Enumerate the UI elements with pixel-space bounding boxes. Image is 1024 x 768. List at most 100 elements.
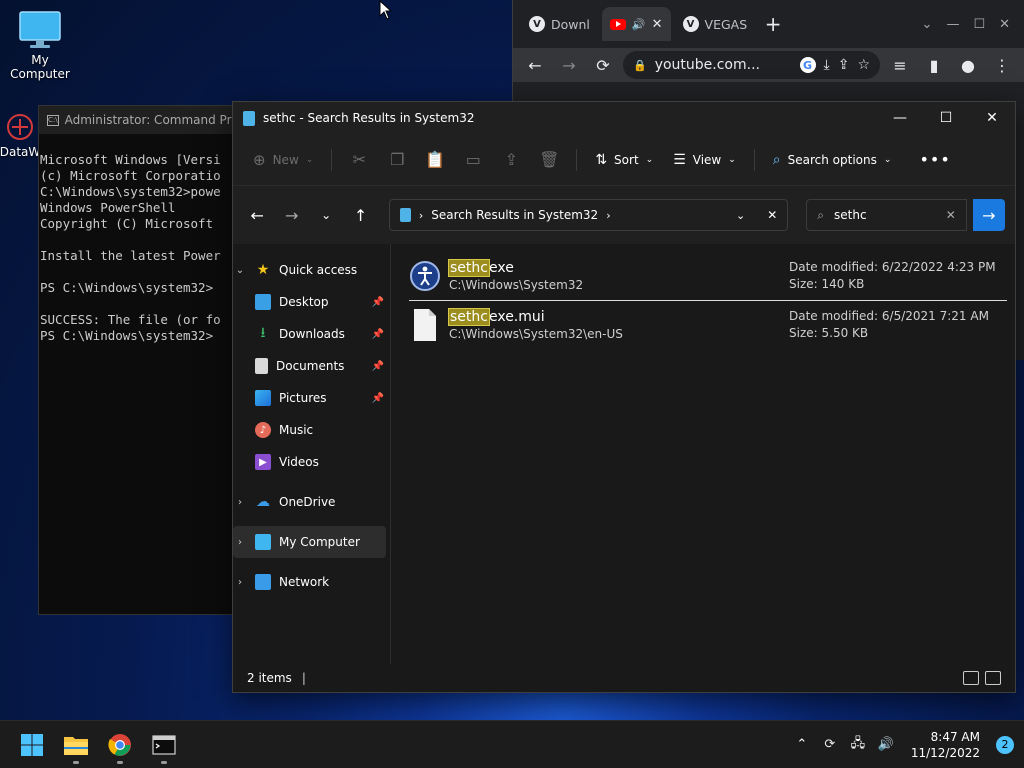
tab-search-icon[interactable]: ⌄ [922,17,933,32]
search-options-label: Search options [787,152,877,167]
search-input[interactable]: ⌕ sethc ✕ [806,199,967,231]
clock[interactable]: 8:47 AM 11/12/2022 [903,729,990,761]
maximize-icon[interactable]: ☐ [973,17,985,32]
install-icon[interactable]: ⤓ [824,57,830,73]
volume-icon[interactable]: 🔊 [875,734,897,756]
back-button[interactable]: ← [243,200,271,230]
monitor-icon [255,534,271,550]
pin-icon: 📌 [371,296,384,308]
chevron-right-icon[interactable]: › [233,497,247,508]
explorer-titlebar[interactable]: sethc - Search Results in System32 — ☐ ✕ [233,102,1015,134]
chevron-down-icon[interactable]: ⌄ [233,265,247,276]
cloud-icon: ☁ [256,494,270,510]
profile-icon[interactable]: ● [954,51,982,79]
taskbar-file-explorer[interactable] [54,723,98,767]
chrome-tab-downloads[interactable]: V Downl [521,7,598,41]
nav-onedrive[interactable]: › ☁ OneDrive [233,486,390,518]
clear-address-icon[interactable]: ✕ [767,208,777,222]
file-list[interactable]: sethcexe C:\Windows\System32 Date modifi… [391,244,1015,664]
minimize-icon[interactable]: — [946,17,959,32]
new-tab-button[interactable]: + [759,10,787,38]
copy-icon[interactable]: ❐ [380,143,414,177]
sort-icon: ⇅ [595,151,608,168]
view-button[interactable]: ☰ View ⌄ [665,143,744,177]
forward-button[interactable]: → [277,200,305,230]
nav-desktop[interactable]: Desktop 📌 [233,286,390,318]
sort-button[interactable]: ⇅ Sort ⌄ [587,143,661,177]
chevron-right-icon[interactable]: › [233,577,247,588]
desktop-icon-my-computer[interactable]: My Computer [0,10,80,81]
nav-network[interactable]: › Network [233,566,390,598]
document-icon [255,358,268,374]
taskbar-chrome[interactable] [98,723,142,767]
cmd-titlebar[interactable]: C:\ Administrator: Command Prompt [39,106,237,134]
nav-music[interactable]: ♪ Music [233,414,390,446]
search-go-button[interactable]: → [972,199,1005,231]
console-line: SUCCESS: The file (or fo [40,312,221,327]
media-icon[interactable]: ≡ [886,51,914,79]
share-icon[interactable]: ⇪ [494,143,528,177]
running-indicator [161,760,167,764]
file-name: sethcexe [448,259,583,277]
chevron-right-icon[interactable]: › [233,537,247,548]
omnibox[interactable]: 🔒 youtube.com... G ⤓ ⇪ ☆ [623,51,880,79]
share-icon[interactable]: ⇪ [838,57,850,73]
paste-icon[interactable]: 📋 [418,143,452,177]
nav-pictures[interactable]: Pictures 📌 [233,382,390,414]
clear-search-icon[interactable]: ✕ [946,208,956,222]
maximize-button[interactable]: ☐ [923,102,969,134]
close-button[interactable]: ✕ [969,102,1015,134]
speaker-icon[interactable]: 🔊 [632,18,646,31]
menu-kebab-icon[interactable]: ⋮ [988,51,1016,79]
side-panel-icon[interactable]: ▮ [920,51,948,79]
up-button[interactable]: ↑ [346,200,374,230]
sync-icon[interactable]: ⟳ [819,734,841,756]
search-folder-icon [243,110,255,126]
nav-documents[interactable]: Documents 📌 [233,350,390,382]
recent-locations-button[interactable]: ⌄ [312,200,340,230]
google-icon[interactable]: G [799,57,816,73]
file-meta: Date modified: 6/22/2022 4:23 PM Size: 1… [789,259,996,293]
network-icon[interactable]: 🖧 [847,734,869,756]
chrome-tab-youtube[interactable]: 🔊 ✕ [601,7,671,41]
rename-icon[interactable]: ▭ [456,143,490,177]
nav-videos[interactable]: ▶ Videos [233,446,390,478]
nav-quick-access[interactable]: ⌄ ★ Quick access [233,254,390,286]
bookmark-star-icon[interactable]: ☆ [857,57,870,73]
cmd-console[interactable]: Microsoft Windows [Versi (c) Microsoft Co… [39,134,237,376]
minimize-button[interactable]: — [877,102,923,134]
desktop-folder-icon [255,294,271,310]
back-icon[interactable]: ← [521,51,549,79]
nav-my-computer[interactable]: › My Computer [233,526,386,558]
new-button[interactable]: ⊕ New ⌄ [245,143,321,177]
file-row[interactable]: sethcexe.mui C:\Windows\System32\en-US D… [409,301,1007,349]
chevron-right-icon[interactable]: › [606,209,610,222]
cmd-icon: C:\ [47,114,59,126]
start-button[interactable] [10,723,54,767]
address-bar[interactable]: › Search Results in System32 › ⌄ ✕ [388,199,789,231]
file-explorer-window[interactable]: sethc - Search Results in System32 — ☐ ✕… [232,101,1016,693]
chevron-up-icon[interactable]: ⌃ [791,734,813,756]
file-row[interactable]: sethcexe C:\Windows\System32 Date modifi… [409,252,1007,300]
close-icon[interactable]: ✕ [999,17,1010,32]
reload-icon[interactable]: ⟳ [589,51,617,79]
forward-icon[interactable]: → [555,51,583,79]
divider [331,148,333,171]
taskbar-command-prompt[interactable] [142,723,186,767]
navigation-pane[interactable]: ⌄ ★ Quick access Desktop 📌 ⭳ Downloads 📌… [233,244,391,664]
chrome-tab-vegas[interactable]: V VEGAS [675,7,756,41]
close-tab-icon[interactable]: ✕ [652,17,663,32]
more-options-button[interactable]: ••• [911,143,958,177]
search-folder-icon [399,208,411,222]
window-controls: — ☐ ✕ [877,102,1015,134]
notification-badge[interactable]: 2 [996,735,1014,754]
command-prompt-window[interactable]: C:\ Administrator: Command Prompt Micros… [38,105,238,615]
tiles-view-icon[interactable] [985,671,1001,685]
address-dropdown-icon[interactable]: ⌄ [736,209,745,222]
search-options-button[interactable]: ⌕ Search options ⌄ [765,143,900,177]
cut-icon[interactable]: ✂ [342,143,376,177]
nav-downloads[interactable]: ⭳ Downloads 📌 [233,318,390,350]
details-view-icon[interactable] [963,671,979,685]
delete-icon[interactable]: 🗑 [532,143,566,177]
